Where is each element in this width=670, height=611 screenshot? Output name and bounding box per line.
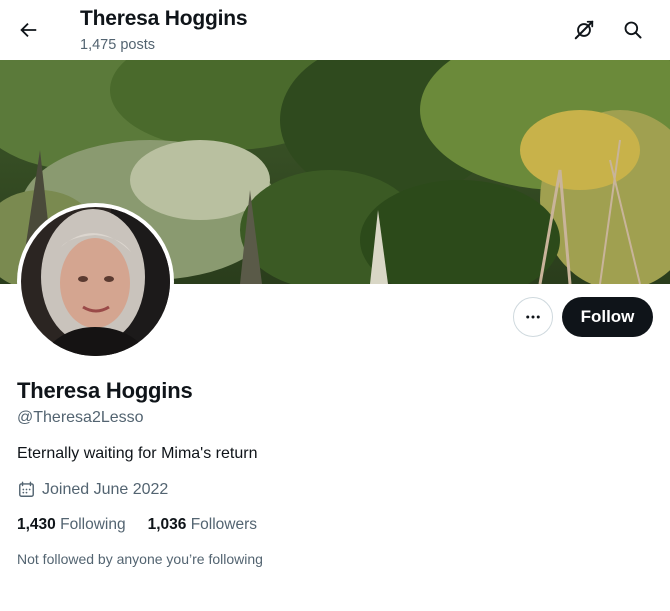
joined-date: Joined June 2022 [17, 480, 168, 499]
back-button[interactable] [8, 10, 48, 50]
profile-display-name: Theresa Hoggins [17, 378, 193, 403]
avatar-photo [21, 207, 170, 356]
more-icon [526, 315, 540, 319]
following-label: Following [60, 516, 126, 533]
header-title: Theresa Hoggins [80, 7, 248, 30]
grok-button[interactable] [564, 10, 604, 50]
joined-text: Joined June 2022 [42, 480, 169, 498]
not-followed-notice: Not followed by anyone you’re following [17, 551, 263, 567]
followers-link[interactable]: 1,036 Followers [148, 516, 257, 534]
search-icon [624, 21, 642, 39]
grok-icon [574, 20, 594, 40]
arrow-left-icon [20, 22, 37, 38]
follow-button[interactable]: Follow [562, 297, 653, 337]
avatar[interactable] [17, 203, 174, 360]
post-count: 1,475 posts [80, 37, 155, 53]
followers-label: Followers [190, 516, 258, 533]
profile-handle: @Theresa2Lesso [17, 409, 144, 426]
calendar-icon [17, 480, 36, 499]
profile-bio: Eternally waiting for Mima's return [17, 445, 258, 462]
follow-stats: 1,430 Following 1,036 Followers [17, 516, 279, 534]
followers-count: 1,036 [147, 516, 187, 533]
more-options-button[interactable] [513, 297, 553, 337]
avatar-portrait-image [21, 207, 170, 356]
following-link[interactable]: 1,430 Following [17, 516, 126, 534]
following-count: 1,430 [17, 516, 56, 533]
search-button[interactable] [613, 10, 653, 50]
top-bar: Theresa Hoggins 1,475 posts [0, 0, 670, 60]
